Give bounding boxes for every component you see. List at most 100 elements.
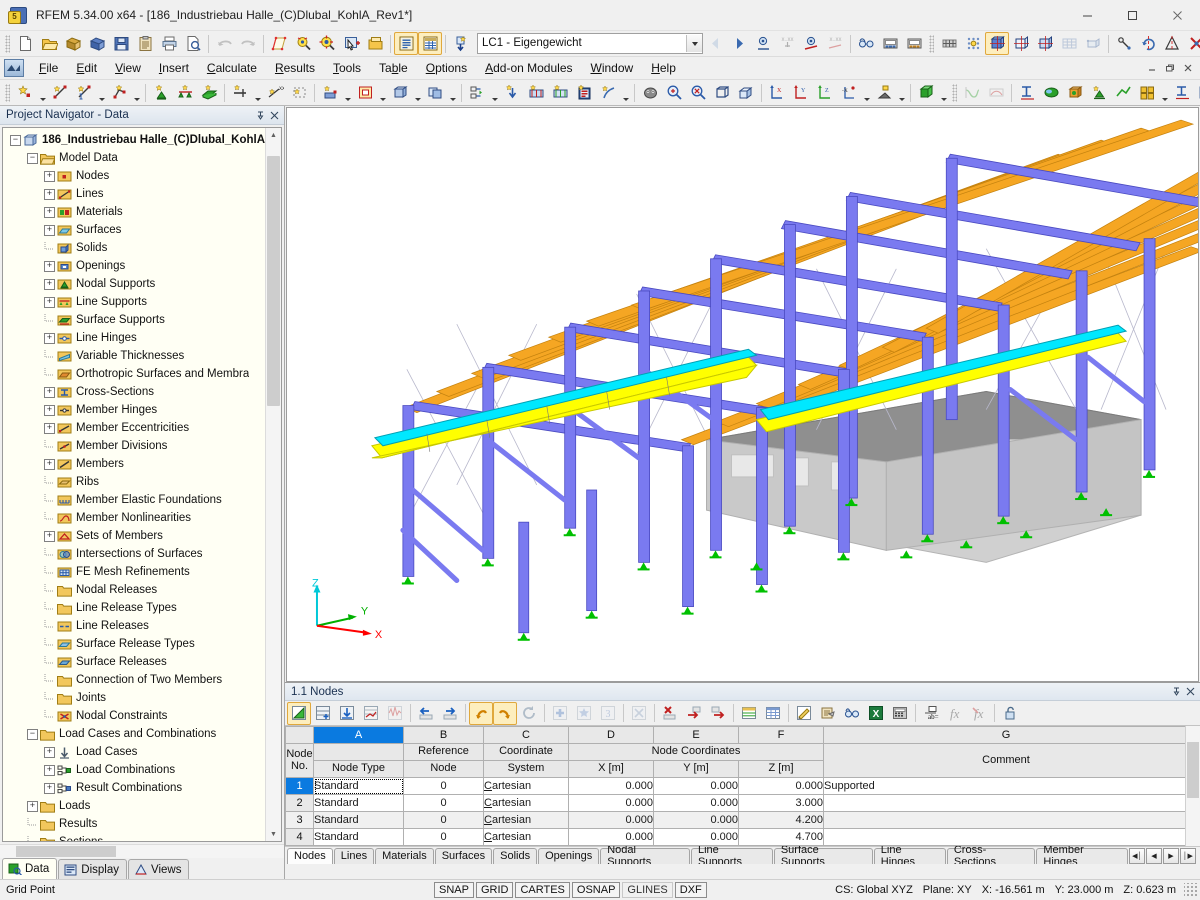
tree-item-surface-supports[interactable]: Surface Supports [3, 311, 265, 329]
tree-item-load-combinations[interactable]: + Load Combinations [3, 761, 265, 779]
tree-item-orthotropic-surfaces-and-membra[interactable]: Orthotropic Surfaces and Membra [3, 365, 265, 383]
cross-section-button[interactable] [1015, 81, 1039, 104]
table-tab-materials[interactable]: Materials [375, 847, 434, 864]
row-number[interactable]: 2 [285, 794, 314, 812]
info-row-button[interactable]: 3 [596, 702, 620, 725]
expand-icon[interactable]: + [43, 458, 56, 471]
prev-table-button[interactable] [414, 702, 438, 725]
visibility-button[interactable] [363, 32, 387, 55]
tree-item-lines[interactable]: + Lines [3, 185, 265, 203]
nodes-table[interactable]: A B C D E F G Node No. Reference Coordinate Node Co… [285, 726, 1186, 846]
chevron-down-icon[interactable] [620, 80, 631, 106]
new-polyline-button[interactable] [107, 81, 131, 104]
chevron-down-icon[interactable] [447, 80, 458, 106]
cell-y[interactable]: 0.000 [653, 794, 739, 812]
print-table-button[interactable] [816, 702, 840, 725]
tree-item-members[interactable]: + Members [3, 455, 265, 473]
pin-icon[interactable] [253, 108, 267, 122]
expand-icon[interactable]: + [43, 260, 56, 273]
close-icon[interactable] [267, 108, 281, 122]
status-flag-snap[interactable]: SNAP [434, 882, 474, 898]
tree-item-fe-mesh-refinements[interactable]: FE Mesh Refinements [3, 563, 265, 581]
close-button[interactable] [1155, 0, 1200, 30]
scrollbar-thumb[interactable] [1187, 742, 1199, 798]
load-generation-button[interactable] [524, 81, 548, 104]
calculator-button[interactable] [888, 702, 912, 725]
scrollbar-thumb[interactable] [267, 156, 280, 406]
scroll-down-icon[interactable]: ▼ [266, 827, 281, 841]
panel-display-button[interactable] [1135, 81, 1159, 104]
table-view-button[interactable] [394, 32, 418, 55]
row-number[interactable]: 4 [285, 828, 314, 846]
cell-node-type[interactable]: Standard [313, 794, 404, 812]
new-file-button[interactable] [13, 32, 37, 55]
cell-coordinate-system[interactable]: Cartesian [483, 794, 569, 812]
mesh-points-button[interactable] [961, 32, 985, 55]
cell-y[interactable]: 0.000 [653, 811, 739, 829]
copy-move-button[interactable] [465, 81, 489, 104]
expand-icon[interactable]: + [26, 800, 39, 813]
deformation-button[interactable] [960, 81, 984, 104]
cell-reference-node[interactable]: 0 [403, 794, 484, 812]
tree-item-load-cases-and-combinations[interactable]: − Load Cases and Combinations [3, 725, 265, 743]
view-in-z-button[interactable]: Z [813, 81, 837, 104]
export-button[interactable] [85, 32, 109, 55]
tree-item-nodal-releases[interactable]: Nodal Releases [3, 581, 265, 599]
menu-table[interactable]: Table [370, 58, 417, 78]
table-settings-button[interactable] [359, 702, 383, 725]
next-load-case-button[interactable] [727, 32, 751, 55]
tree-item-connection-of-two-members[interactable]: Connection of Two Members [3, 671, 265, 689]
redo-table-button[interactable] [493, 701, 517, 725]
new-solid-button[interactable] [388, 81, 412, 104]
toolbar-grip[interactable] [5, 83, 10, 102]
collapse-icon[interactable]: − [9, 134, 22, 147]
status-flag-grid[interactable]: GRID [475, 882, 514, 898]
menu-results[interactable]: Results [266, 58, 324, 78]
view-perspective-button[interactable] [872, 81, 896, 104]
nav-tab-views[interactable]: Views [128, 859, 190, 879]
new-opening-button[interactable] [353, 81, 377, 104]
column-letter-D[interactable]: D [568, 726, 654, 744]
pin-icon[interactable] [1169, 685, 1183, 699]
table-tab-member-hinges[interactable]: Member Hinges [1036, 844, 1128, 868]
table-tab-openings[interactable]: Openings [538, 847, 600, 864]
tree-item-loads[interactable]: + Loads [3, 797, 265, 815]
cell-comment[interactable]: Supported [823, 777, 1186, 795]
tree-item-line-hinges[interactable]: + Line Hinges [3, 329, 265, 347]
table-tab-nodes[interactable]: Nodes [287, 847, 333, 864]
resize-grip[interactable] [1184, 883, 1198, 897]
table-tab-line-hinges[interactable]: Line Hinges [873, 844, 946, 868]
menu-help[interactable]: Help [642, 58, 685, 78]
chevron-down-icon[interactable] [896, 80, 907, 106]
fe-mesh-button[interactable] [937, 32, 961, 55]
last-tab-button[interactable]: │▶ [1180, 847, 1196, 864]
scrollbar-thumb[interactable] [16, 846, 116, 857]
table-tab-nodal-supports[interactable]: Nodal Supports [600, 844, 690, 868]
formula-button[interactable]: fx [943, 702, 967, 725]
expand-icon[interactable]: + [43, 332, 56, 345]
cell-x[interactable]: 0.000 [568, 811, 654, 829]
redo-button[interactable] [236, 32, 260, 55]
tree-item-line-supports[interactable]: + Line Supports [3, 293, 265, 311]
load-generation-2-button[interactable] [548, 81, 572, 104]
cell-coordinate-system[interactable]: Cartesian [483, 777, 569, 795]
new-member-division-button[interactable] [287, 81, 311, 104]
printout-report-button[interactable] [878, 32, 902, 55]
solid-properties-button[interactable] [1063, 81, 1087, 104]
cell-comment[interactable] [823, 794, 1186, 812]
snap-object-button[interactable] [1112, 32, 1136, 55]
cell-x[interactable]: 0.000 [568, 828, 654, 846]
new-line-button[interactable] [48, 81, 72, 104]
support-display-button[interactable] [1087, 81, 1111, 104]
chevron-down-icon[interactable] [412, 80, 423, 106]
open-file-button[interactable] [37, 32, 61, 55]
print-button[interactable] [157, 32, 181, 55]
chevron-down-icon[interactable] [377, 80, 388, 106]
glasses-view-button[interactable] [854, 32, 878, 55]
tree-item-load-cases[interactable]: + Load Cases [3, 743, 265, 761]
chevron-down-icon[interactable] [686, 35, 702, 52]
status-flag-glines[interactable]: GLINES [622, 882, 673, 898]
grid-lines-button[interactable] [761, 702, 785, 725]
chevron-down-icon[interactable] [489, 80, 500, 106]
expand-icon[interactable]: + [43, 170, 56, 183]
